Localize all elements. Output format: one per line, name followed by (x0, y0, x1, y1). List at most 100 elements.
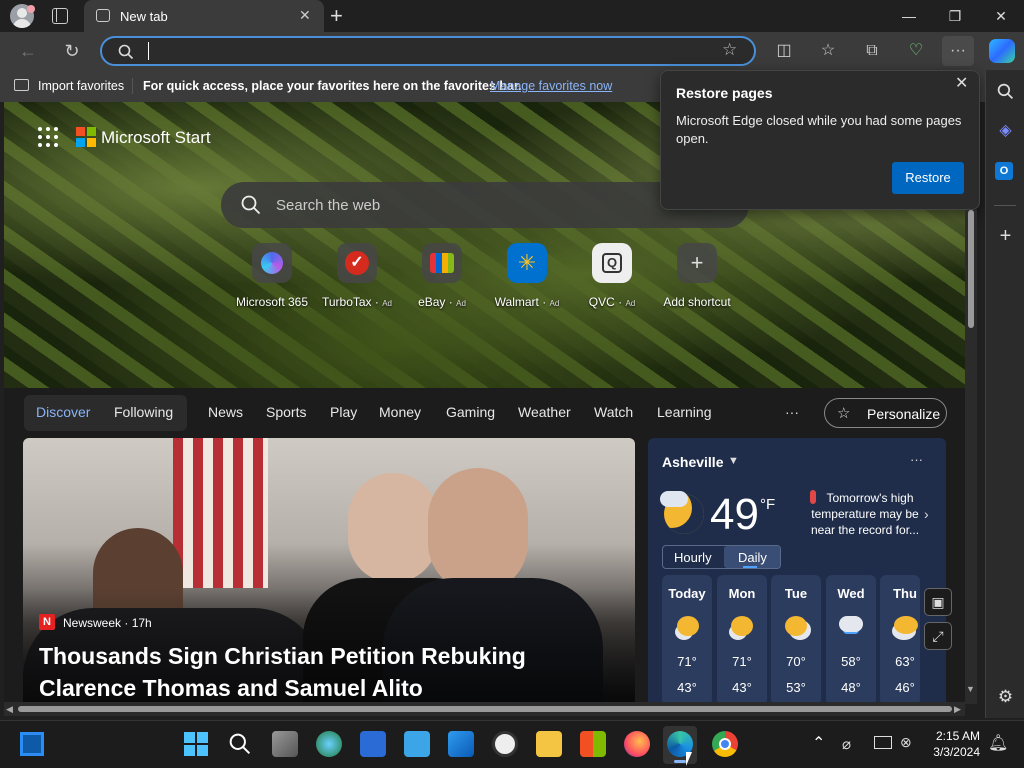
manage-favorites-link[interactable]: Manage favorites now (490, 79, 612, 93)
scroll-thumb[interactable] (968, 210, 974, 328)
source-logo-icon: N (39, 614, 55, 630)
import-favorites-icon (14, 79, 29, 91)
quick-link-qvc[interactable]: Q QVC · Ad (570, 243, 654, 309)
task-view-icon[interactable] (272, 731, 298, 757)
new-tab-button[interactable]: + (330, 3, 343, 29)
sparkle-star-icon: ☆ (837, 405, 851, 422)
scroll-down-arrow-icon[interactable]: ▼ (966, 684, 975, 694)
photos-icon[interactable] (448, 731, 474, 757)
split-screen-icon[interactable]: ◫ (768, 36, 800, 66)
forecast-high: 70° (786, 654, 806, 669)
tab-discover[interactable]: Discover (36, 404, 90, 420)
brand-title[interactable]: Microsoft Start (101, 128, 211, 148)
taskbar-search-icon[interactable] (229, 733, 251, 755)
scroll-left-arrow-icon[interactable]: ◀ (6, 704, 13, 715)
back-button[interactable]: ← (12, 36, 44, 66)
import-favorites-link[interactable]: Import favorites (38, 79, 124, 93)
microsoft-logo-icon (76, 127, 96, 147)
nav-watch[interactable]: Watch (594, 404, 633, 420)
firefox-icon[interactable] (624, 731, 650, 757)
scroll-right-arrow-icon[interactable]: ▶ (954, 704, 961, 715)
display-icon[interactable] (874, 736, 892, 749)
forecast-high: 63° (895, 654, 915, 669)
nav-gaming[interactable]: Gaming (446, 404, 495, 420)
ad-label: Ad (382, 299, 393, 308)
collections-icon[interactable]: ⧉ (856, 36, 888, 66)
temp-unit: °F (760, 496, 776, 513)
nav-learning[interactable]: Learning (657, 404, 712, 420)
tab-actions-icon[interactable] (52, 8, 68, 24)
horizontal-scrollbar[interactable]: ◀ ▶ (4, 702, 965, 716)
add-sidebar-app-icon[interactable]: + (986, 221, 1024, 251)
news-headline[interactable]: Thousands Sign Christian Petition Rebuki… (39, 640, 629, 702)
copilot-icon[interactable] (989, 39, 1015, 63)
clock-time[interactable]: 2:15 AM (930, 729, 980, 743)
chevron-down-icon[interactable]: ▼ (728, 455, 739, 467)
notepad-icon[interactable] (404, 731, 430, 757)
nav-news[interactable]: News (208, 404, 243, 420)
widgets-icon[interactable] (20, 732, 44, 756)
refresh-button[interactable]: ↻ (56, 36, 88, 66)
start-windows-icon[interactable] (184, 732, 208, 756)
tab-hourly[interactable]: Hourly (674, 550, 712, 565)
tab-daily-indicator (743, 566, 757, 568)
apps-launcher-icon[interactable] (38, 127, 58, 147)
forecast-day-name: Tue (784, 586, 808, 601)
weather-location[interactable]: Asheville (662, 454, 723, 470)
browser-essentials-icon[interactable]: ♡ (900, 36, 932, 66)
nav-money[interactable]: Money (379, 404, 421, 420)
sidebar-settings-icon[interactable]: ⚙ (986, 682, 1024, 712)
ebay-icon (430, 253, 454, 273)
add-shortcut-button[interactable]: + Add shortcut (655, 243, 739, 309)
address-bar[interactable]: ☆ (100, 36, 756, 66)
notification-bell-icon[interactable]: 🔔︎ (988, 733, 1008, 753)
image-view-icon[interactable]: ▣ (924, 588, 952, 616)
news-card[interactable]: N Newsweek · 17h Thousands Sign Christia… (23, 438, 635, 702)
nav-play[interactable]: Play (330, 404, 357, 420)
mouse-cursor-icon (686, 752, 692, 766)
ad-label: Ad (549, 299, 560, 308)
tab-following[interactable]: Following (114, 404, 173, 420)
quick-link-ebay[interactable]: eBay · Ad (400, 243, 484, 309)
network-disconnected-icon[interactable]: ⌀ (842, 735, 851, 753)
weather-more-button[interactable]: ··· (910, 452, 923, 467)
nav-sports[interactable]: Sports (266, 404, 306, 420)
search-icon (118, 44, 134, 60)
quick-link-turbotax[interactable]: ✓ TurboTax · Ad (315, 243, 399, 309)
tab-new-tab[interactable]: New tab ✕ (84, 0, 324, 32)
outlook-icon[interactable]: O (995, 162, 1013, 180)
close-window-button[interactable]: ✕ (978, 0, 1024, 32)
clock-date[interactable]: 3/3/2024 (920, 745, 980, 759)
weather-alert[interactable]: Tomorrow's high temperature may be near … (804, 490, 926, 538)
restore-button[interactable]: ❐ (932, 0, 978, 32)
favorites-icon[interactable]: ☆ (812, 36, 844, 66)
personalize-button[interactable]: ☆ Personalize (824, 398, 947, 428)
tab-daily-label: Daily (738, 550, 767, 565)
scroll-thumb[interactable] (18, 706, 952, 712)
chevron-up-icon[interactable]: ⌃ (812, 733, 825, 753)
vertical-scrollbar[interactable]: ▼ (965, 210, 977, 704)
browser-globe-icon[interactable] (316, 731, 342, 757)
personalize-label: Personalize (867, 406, 941, 422)
clock-app-icon[interactable] (492, 731, 518, 757)
search-icon[interactable] (997, 83, 1014, 100)
nav-more-button[interactable]: ··· (785, 404, 799, 420)
minimize-button[interactable]: — (886, 0, 932, 32)
microsoft-store-icon[interactable] (580, 731, 606, 757)
address-input[interactable] (154, 41, 714, 61)
settings-more-icon[interactable]: ··· (942, 36, 974, 66)
forecast-day-name: Thu (893, 586, 917, 601)
copilot-sidebar-icon[interactable]: ◈ (986, 116, 1024, 146)
quick-link-walmart[interactable]: ✳ Walmart · Ad (485, 243, 569, 309)
favorite-star-icon[interactable]: ☆ (722, 40, 737, 60)
close-tab-icon[interactable]: ✕ (299, 7, 311, 24)
close-icon[interactable]: ✕ (955, 73, 968, 93)
expand-icon[interactable]: ⤢ (924, 622, 952, 650)
file-explorer-icon[interactable] (536, 731, 562, 757)
media-app-icon[interactable] (360, 731, 386, 757)
quick-link-microsoft-365[interactable]: Microsoft 365 (230, 243, 314, 309)
chevron-right-icon[interactable]: › (924, 506, 929, 522)
volume-muted-icon[interactable]: ⊗ (900, 734, 912, 751)
restore-button[interactable]: Restore (892, 162, 964, 194)
nav-weather[interactable]: Weather (518, 404, 571, 420)
